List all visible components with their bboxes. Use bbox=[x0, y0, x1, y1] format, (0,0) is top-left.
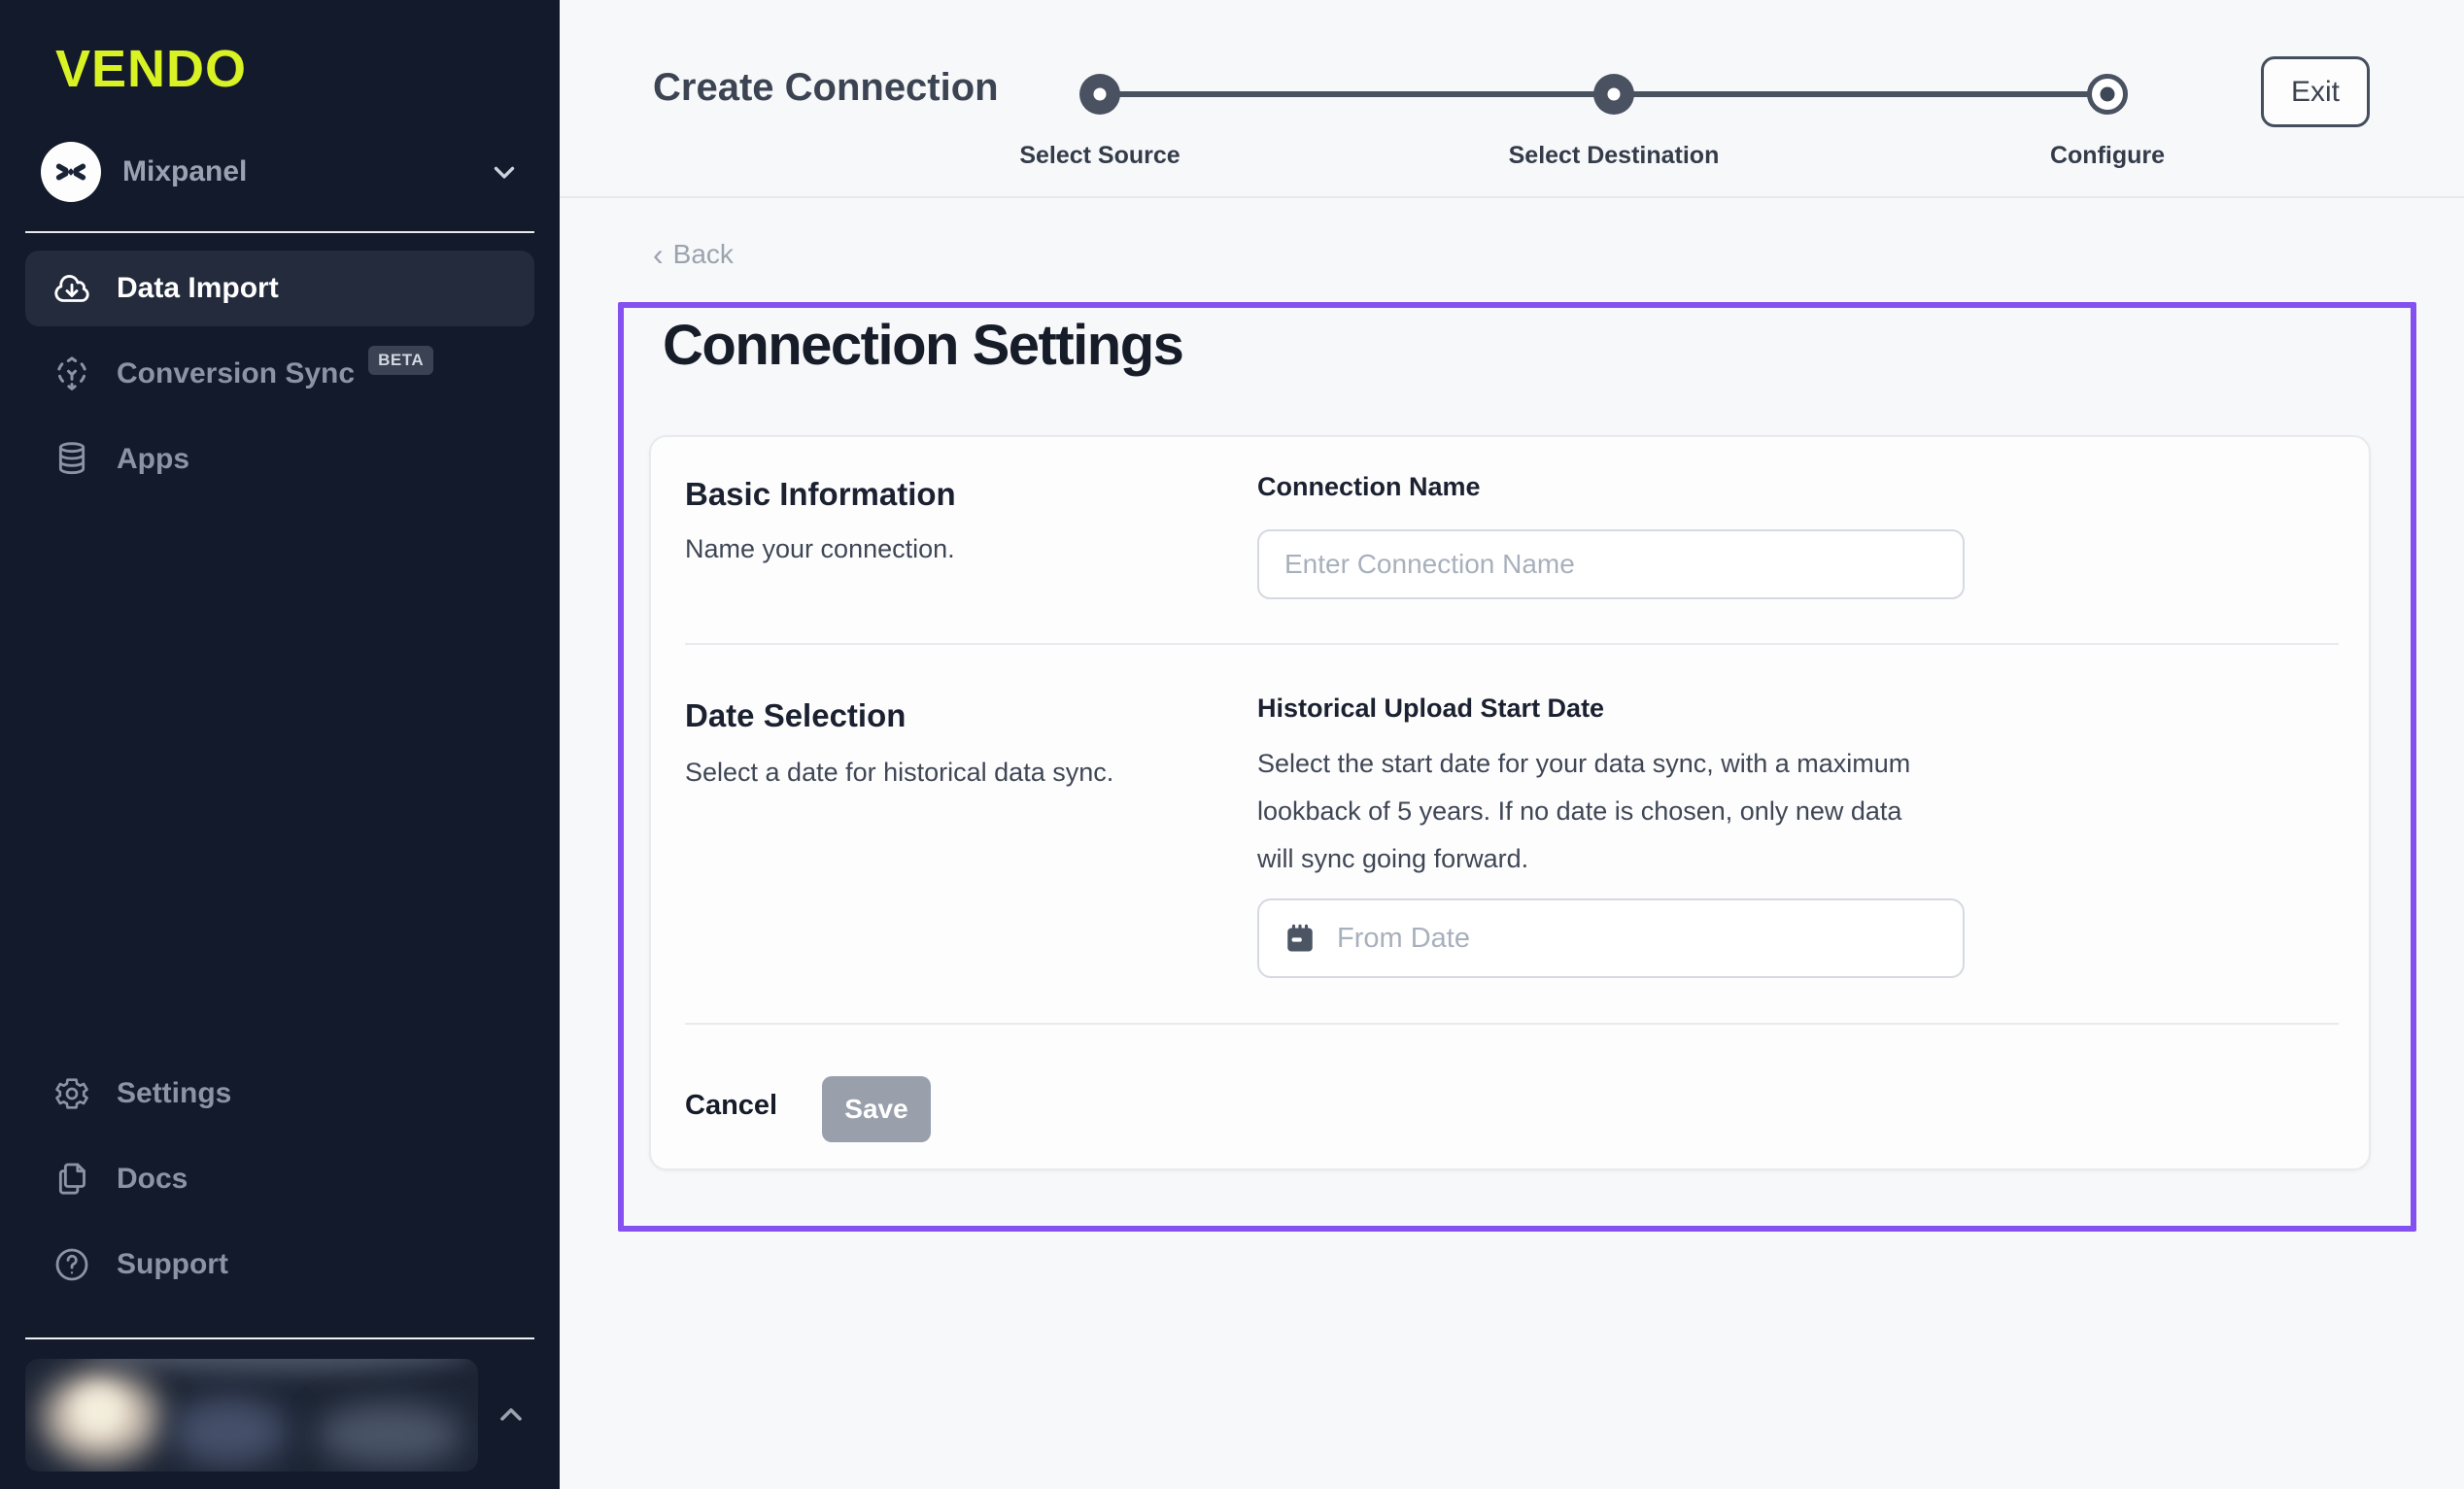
user-account-blurred[interactable] bbox=[25, 1359, 478, 1472]
section-divider bbox=[685, 643, 2339, 645]
blur-blob bbox=[171, 1398, 288, 1466]
sidebar-item-apps[interactable]: Apps bbox=[25, 422, 534, 497]
cloud-download-icon bbox=[52, 269, 91, 308]
date-selection-description: Select a date for historical data sync. bbox=[685, 758, 1113, 788]
sidebar-item-label: Data Import bbox=[117, 272, 279, 305]
basic-info-description: Name your connection. bbox=[685, 534, 955, 564]
section-divider bbox=[685, 1023, 2339, 1025]
back-label: Back bbox=[673, 239, 734, 270]
from-date-input[interactable]: From Date bbox=[1257, 898, 1965, 978]
start-date-label: Historical Upload Start Date bbox=[1257, 694, 1604, 724]
docs-icon bbox=[52, 1160, 91, 1199]
sidebar-item-label: Conversion Sync bbox=[117, 357, 355, 390]
sidebar-footer: Settings Docs Support bbox=[0, 1038, 560, 1489]
cancel-button[interactable]: Cancel bbox=[685, 1090, 777, 1122]
chevron-left-icon: ‹ bbox=[653, 241, 664, 268]
workspace-name: Mixpanel bbox=[122, 155, 247, 188]
back-link[interactable]: ‹ Back bbox=[653, 239, 734, 270]
save-button[interactable]: Save bbox=[822, 1076, 931, 1142]
exit-button[interactable]: Exit bbox=[2261, 56, 2370, 127]
wizard-title: Create Connection bbox=[653, 66, 999, 110]
vendo-logo: VENDO bbox=[55, 39, 560, 99]
beta-badge: BETA bbox=[368, 346, 433, 375]
step-label-configure: Configure bbox=[1942, 142, 2273, 170]
start-date-help: Select the start date for your data sync… bbox=[1257, 740, 1937, 883]
sidebar-item-label: Settings bbox=[117, 1077, 231, 1110]
sidebar-item-data-import[interactable]: Data Import bbox=[25, 251, 534, 326]
mixpanel-avatar bbox=[41, 142, 101, 202]
sidebar-item-label: Docs bbox=[117, 1163, 188, 1196]
step-dot-select-source bbox=[1079, 74, 1120, 115]
main-content: Create Connection Select Source Select D… bbox=[560, 0, 2464, 1489]
page-title: Connection Settings bbox=[663, 313, 1182, 378]
calendar-icon bbox=[1283, 921, 1318, 956]
stepper-connector bbox=[1614, 91, 2107, 97]
sidebar-footer-nav: Settings Docs Support bbox=[25, 1056, 534, 1303]
basic-info-title: Basic Information bbox=[685, 476, 956, 513]
step-dot-select-destination bbox=[1593, 74, 1634, 115]
sidebar: VENDO Mixpanel Data Import bbox=[0, 0, 560, 1489]
chevron-down-icon bbox=[488, 155, 521, 188]
gear-icon bbox=[52, 1074, 91, 1113]
connection-settings-card: Basic Information Name your connection. … bbox=[649, 435, 2371, 1170]
blur-blob bbox=[317, 1404, 462, 1466]
sidebar-nav: Data Import Conversion Sync BETA bbox=[25, 251, 534, 497]
sidebar-item-docs[interactable]: Docs bbox=[25, 1141, 534, 1217]
sidebar-item-label: Apps bbox=[117, 443, 189, 476]
sidebar-item-label: Support bbox=[117, 1248, 228, 1281]
from-date-placeholder: From Date bbox=[1337, 923, 1470, 955]
account-switcher[interactable] bbox=[25, 1359, 534, 1472]
chevron-up-icon bbox=[494, 1398, 529, 1433]
sidebar-item-settings[interactable]: Settings bbox=[25, 1056, 534, 1132]
connection-name-label: Connection Name bbox=[1257, 472, 1481, 502]
blur-blob bbox=[84, 1359, 472, 1372]
database-icon bbox=[52, 440, 91, 479]
sidebar-divider-bottom bbox=[25, 1337, 534, 1339]
step-label-select-source: Select Source bbox=[935, 142, 1265, 170]
workspace-selector[interactable]: Mixpanel bbox=[41, 142, 521, 202]
date-selection-title: Date Selection bbox=[685, 697, 906, 734]
sidebar-divider-top bbox=[25, 231, 534, 233]
stepper-connector bbox=[1100, 91, 1614, 97]
conversion-sync-icon bbox=[52, 355, 91, 393]
connection-name-input[interactable] bbox=[1257, 529, 1965, 599]
help-icon bbox=[52, 1245, 91, 1284]
sidebar-item-support[interactable]: Support bbox=[25, 1227, 534, 1303]
wizard-header: Create Connection Select Source Select D… bbox=[560, 0, 2464, 198]
mixpanel-logo-icon bbox=[51, 152, 90, 191]
step-label-select-destination: Select Destination bbox=[1449, 142, 1779, 170]
sidebar-item-conversion-sync[interactable]: Conversion Sync BETA bbox=[25, 336, 534, 412]
step-dot-configure bbox=[2087, 74, 2128, 115]
blur-blob bbox=[72, 1386, 126, 1437]
